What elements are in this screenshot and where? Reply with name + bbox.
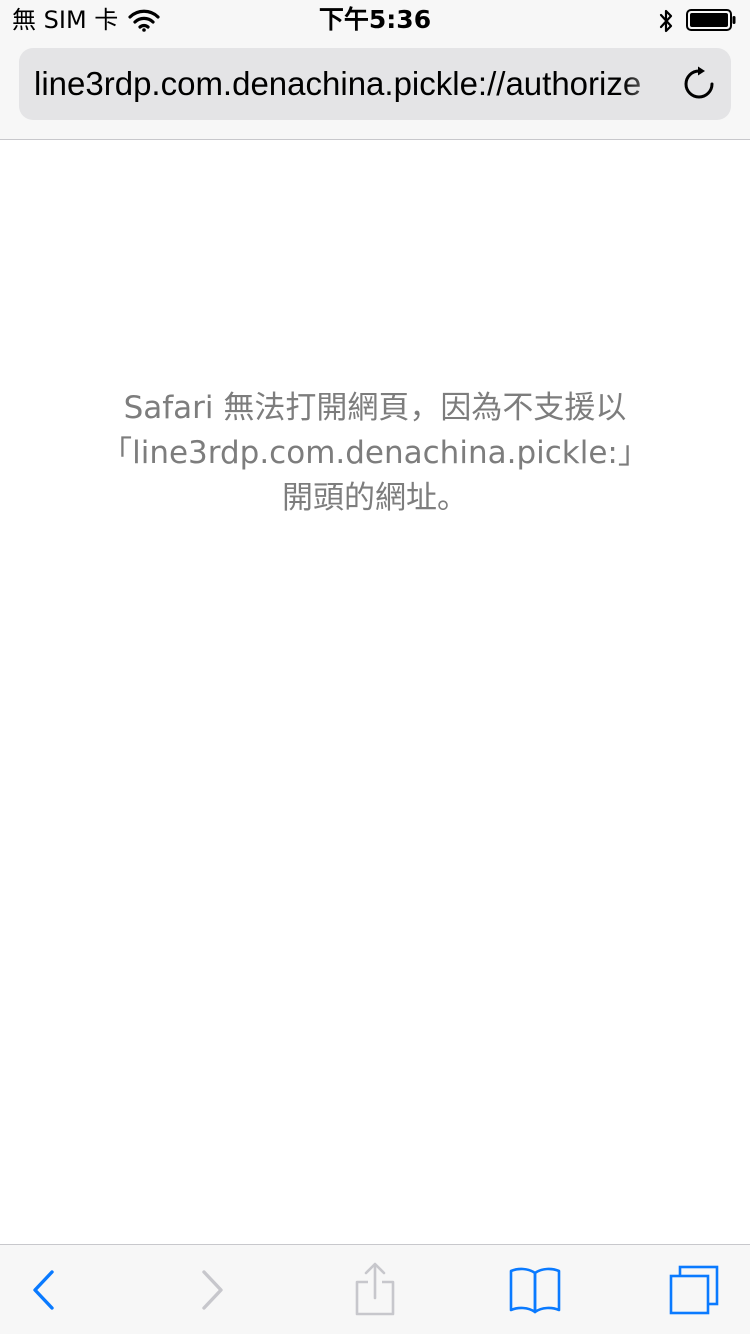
reload-icon[interactable] <box>681 66 717 102</box>
error-message-line-2: 「line3rdp.com.denachina.pickle:」 <box>101 435 649 471</box>
error-message-line-3: 開頭的網址。 <box>282 480 468 516</box>
bookmarks-button[interactable] <box>503 1245 567 1335</box>
browser-top-chrome: 無 SIM 卡 下午5:36 line3rdp.com.denachina.pi… <box>0 0 750 140</box>
error-message-line-1: Safari 無法打開網頁，因為不支援以 <box>123 390 627 426</box>
error-message: Safari 無法打開網頁，因為不支援以 「line3rdp.com.denac… <box>0 386 750 521</box>
tabs-icon <box>669 1265 719 1315</box>
bluetooth-icon <box>659 9 673 33</box>
address-bar[interactable]: line3rdp.com.denachina.pickle://authoriz… <box>19 48 731 120</box>
status-time: 下午5:36 <box>318 5 432 34</box>
tabs-button[interactable] <box>662 1245 726 1335</box>
back-icon <box>33 1270 54 1310</box>
share-icon <box>355 1262 395 1316</box>
status-bar: 無 SIM 卡 下午5:36 <box>0 0 750 40</box>
share-button[interactable] <box>343 1245 407 1335</box>
back-button[interactable] <box>12 1245 76 1335</box>
bookmarks-icon <box>509 1267 561 1314</box>
forward-icon <box>202 1270 223 1310</box>
forward-button[interactable] <box>180 1245 244 1335</box>
battery-icon <box>686 9 736 31</box>
bottom-toolbar <box>0 1244 750 1334</box>
url-text[interactable]: line3rdp.com.denachina.pickle://authoriz… <box>34 48 674 120</box>
